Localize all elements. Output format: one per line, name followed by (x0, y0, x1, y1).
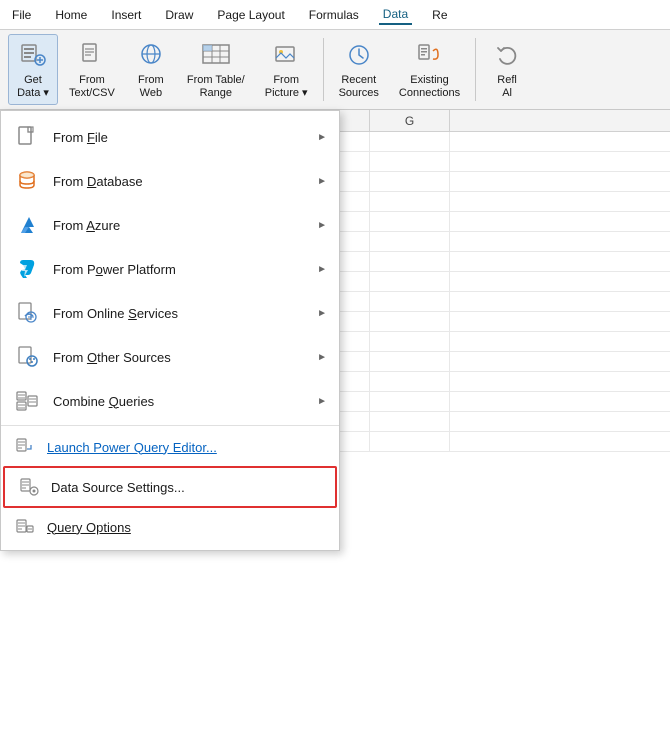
query-options-icon (13, 515, 37, 539)
menu-review[interactable]: Re (428, 6, 451, 24)
menu-insert[interactable]: Insert (107, 6, 145, 24)
from-text-csv-icon (76, 39, 108, 71)
from-power-platform-item[interactable]: From Power Platform ► (1, 247, 339, 291)
data-source-settings-icon (17, 475, 41, 499)
recent-sources-icon (343, 39, 375, 71)
from-azure-item[interactable]: From Azure ► (1, 203, 339, 247)
menu-page-layout[interactable]: Page Layout (213, 6, 288, 24)
from-online-services-icon (13, 299, 41, 327)
recent-sources-button[interactable]: RecentSources (330, 34, 388, 105)
from-file-chevron: ► (317, 132, 327, 143)
existing-connections-button[interactable]: ExistingConnections (390, 34, 469, 105)
get-data-label: GetData ▾ (17, 74, 49, 100)
from-text-csv-label: FromText/CSV (69, 74, 115, 100)
ribbon-separator-1 (323, 38, 324, 101)
from-picture-label: FromPicture ▾ (265, 74, 308, 100)
recent-sources-label: RecentSources (339, 74, 379, 100)
get-data-icon (17, 39, 49, 71)
from-azure-chevron: ► (317, 220, 327, 231)
col-header-g: G (370, 110, 450, 131)
launch-power-query-label: Launch Power Query Editor... (47, 440, 217, 455)
cell-g1[interactable] (370, 132, 450, 151)
launch-power-query-icon (13, 435, 37, 459)
from-other-sources-chevron: ► (317, 352, 327, 363)
from-table-range-label: From Table/Range (187, 74, 245, 100)
from-power-platform-label: From Power Platform (53, 262, 305, 277)
get-data-button[interactable]: GetData ▾ (8, 34, 58, 105)
dropdown-overlay: From File ► From Database ► (0, 110, 340, 551)
get-data-dropdown: From File ► From Database ► (0, 110, 340, 551)
combine-queries-label: Combine Queries (53, 394, 305, 409)
from-database-icon (13, 167, 41, 195)
from-database-label: From Database (53, 174, 305, 189)
menu-file[interactable]: File (8, 6, 35, 24)
menu-draw[interactable]: Draw (161, 6, 197, 24)
from-text-csv-button[interactable]: FromText/CSV (60, 34, 124, 105)
from-power-platform-icon (13, 255, 41, 283)
from-online-services-item[interactable]: From Online Services ► (1, 291, 339, 335)
from-online-services-label: From Online Services (53, 306, 305, 321)
menu-bar: File Home Insert Draw Page Layout Formul… (0, 0, 670, 30)
from-azure-label: From Azure (53, 218, 305, 233)
from-online-services-chevron: ► (317, 308, 327, 319)
from-other-sources-item[interactable]: From Other Sources ► (1, 335, 339, 379)
menu-divider-1 (1, 425, 339, 426)
ribbon-separator-2 (475, 38, 476, 101)
existing-connections-label: ExistingConnections (399, 74, 460, 100)
combine-queries-icon (13, 387, 41, 415)
from-azure-icon (13, 211, 41, 239)
query-options-item[interactable]: Query Options (1, 508, 339, 546)
data-source-settings-label: Data Source Settings... (51, 480, 185, 495)
combine-queries-chevron: ► (317, 396, 327, 407)
launch-power-query-item[interactable]: Launch Power Query Editor... (1, 428, 339, 466)
from-database-item[interactable]: From Database ► (1, 159, 339, 203)
refresh-all-label: ReflAl (497, 74, 517, 100)
from-picture-icon (270, 39, 302, 71)
from-file-icon (13, 123, 41, 151)
from-picture-button[interactable]: FromPicture ▾ (256, 34, 317, 105)
from-other-sources-icon (13, 343, 41, 371)
data-source-settings-item[interactable]: Data Source Settings... (3, 466, 337, 508)
combine-queries-item[interactable]: Combine Queries ► (1, 379, 339, 423)
from-other-sources-label: From Other Sources (53, 350, 305, 365)
ribbon: GetData ▾ FromText/CSV FromWeb (0, 30, 670, 110)
from-table-range-icon (200, 39, 232, 71)
from-file-item[interactable]: From File ► (1, 115, 339, 159)
from-file-label: From File (53, 130, 305, 145)
from-table-range-button[interactable]: From Table/Range (178, 34, 254, 105)
existing-connections-icon (414, 39, 446, 71)
menu-home[interactable]: Home (51, 6, 91, 24)
refresh-all-button[interactable]: ReflAl (482, 34, 532, 105)
from-database-chevron: ► (317, 176, 327, 187)
from-web-icon (135, 39, 167, 71)
from-web-button[interactable]: FromWeb (126, 34, 176, 105)
cell-g2[interactable] (370, 152, 450, 171)
query-options-label: Query Options (47, 520, 131, 535)
menu-data[interactable]: Data (379, 5, 412, 25)
from-web-label: FromWeb (138, 74, 164, 100)
from-power-platform-chevron: ► (317, 264, 327, 275)
refresh-all-icon (491, 39, 523, 71)
menu-formulas[interactable]: Formulas (305, 6, 363, 24)
